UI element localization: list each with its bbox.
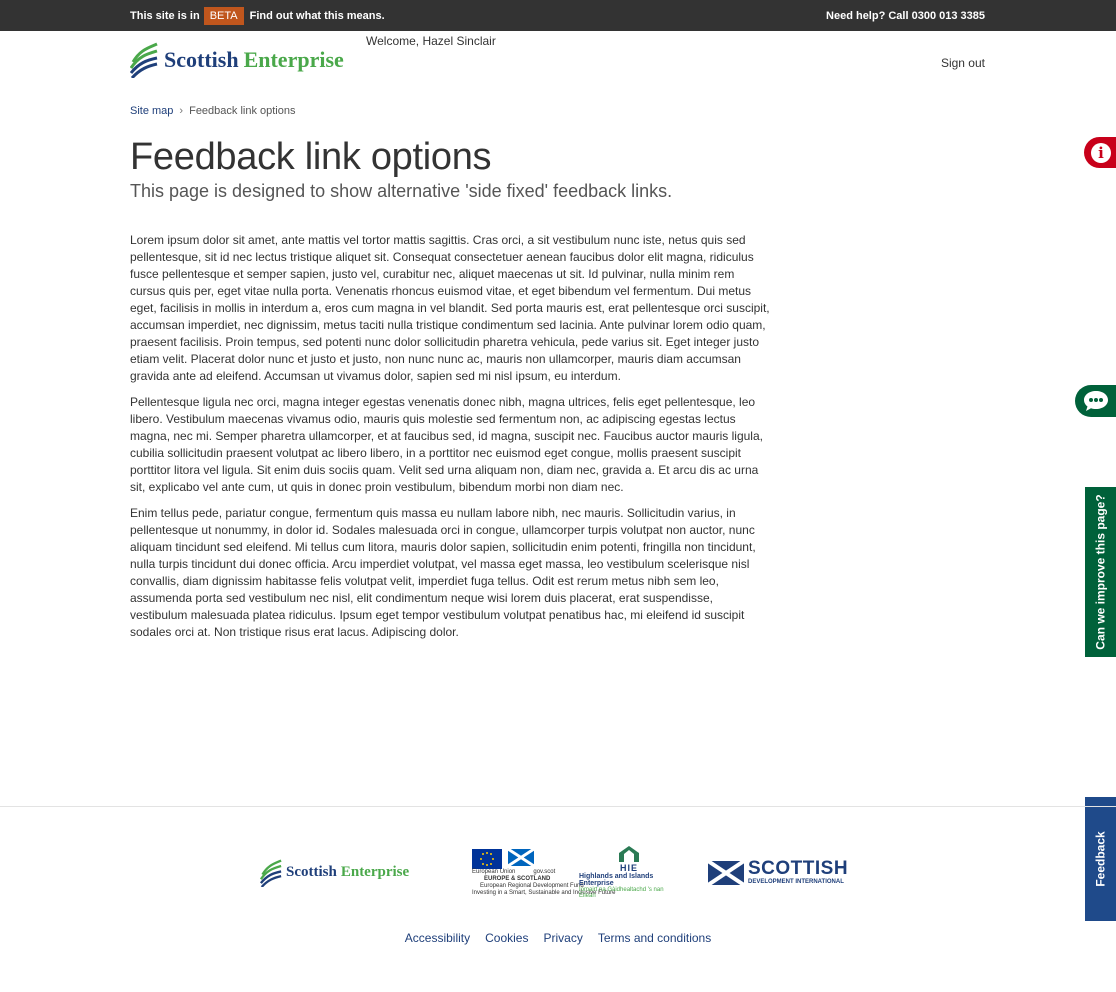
sdi-title: SCOTTISH [748, 858, 849, 879]
chat-bubble-icon [1083, 391, 1108, 411]
beta-info-link[interactable]: Find out what this means. [250, 10, 385, 22]
sdi-subtitle: DEVELOPMENT INTERNATIONAL [748, 879, 844, 885]
welcome-message: Welcome, Hazel Sinclair [366, 34, 496, 48]
breadcrumb-current: Feedback link options [189, 105, 296, 117]
brand-name-part1: Scottish [164, 47, 239, 72]
swoosh-logo-icon [260, 858, 282, 887]
info-tab[interactable]: i [1084, 137, 1116, 168]
footer-brand-part1: Scottish [286, 864, 337, 880]
footer-link-privacy[interactable]: Privacy [543, 931, 582, 945]
hie-full-name: Highlands and Islands Enterprise [579, 873, 654, 887]
saltire-flag-icon [508, 849, 534, 866]
eu-union-label: European Union [472, 869, 516, 875]
content-paragraph: Pellentesque ligula nec orci, magna inte… [130, 395, 763, 494]
content-paragraph: Enim tellus pede, pariatur congue, ferme… [130, 506, 756, 639]
page-subtitle: This page is designed to show alternativ… [130, 181, 673, 201]
eu-flag-icon [472, 849, 502, 869]
hie-logo[interactable]: HIE Highlands and Islands Enterprise Iom… [579, 845, 679, 900]
hie-gaelic-name: Iomairt na Gàidhealtachd 's nan Eilean [579, 887, 664, 899]
sign-out-link[interactable]: Sign out [941, 56, 985, 70]
beta-badge: BETA [203, 6, 244, 25]
help-phone: Need help? Call 0300 013 3385 [826, 9, 985, 22]
erdf-label: European Regional Development Fund [480, 883, 584, 889]
breadcrumb-site-map[interactable]: Site map [130, 105, 173, 117]
info-icon: i [1091, 142, 1111, 163]
footer-divider [0, 806, 1116, 807]
hie-abbreviation: HIE [619, 863, 638, 873]
page-title: Feedback link options [130, 136, 492, 178]
content-paragraph: Lorem ipsum dolor sit amet, ante mattis … [130, 233, 770, 383]
main-content: Lorem ipsum dolor sit amet, ante mattis … [130, 232, 770, 650]
chat-tab[interactable] [1075, 385, 1116, 417]
swoosh-logo-icon [130, 42, 158, 78]
scottish-enterprise-logo[interactable]: Scottish Enterprise [130, 42, 344, 78]
breadcrumb: Site map › Feedback link options [130, 105, 296, 117]
footer-scottish-enterprise-logo[interactable]: Scottish Enterprise [260, 845, 409, 900]
beta-notice: This site is in BETA Find out what this … [130, 0, 385, 31]
hie-house-icon [619, 846, 639, 862]
footer-brand-part2: Enterprise [340, 864, 410, 880]
improve-page-tab[interactable]: Can we improve this page? [1085, 487, 1116, 657]
beta-banner: This site is in BETA Find out what this … [0, 0, 1116, 31]
sdi-logo[interactable]: SCOTTISH DEVELOPMENT INTERNATIONAL [708, 845, 848, 900]
chevron-right-icon: › [179, 105, 184, 117]
eu-scotland-label: EUROPE & SCOTLAND [484, 876, 551, 882]
footer-link-accessibility[interactable]: Accessibility [405, 931, 470, 945]
footer-link-terms[interactable]: Terms and conditions [598, 931, 711, 945]
beta-prefix: This site is in [130, 9, 200, 22]
improve-page-label: Can we improve this page? [1093, 494, 1108, 650]
footer-links: Accessibility Cookies Privacy Terms and … [0, 931, 1116, 945]
gov-scot-label: gov.scot [533, 869, 556, 875]
brand-name-part2: Enterprise [243, 47, 344, 72]
footer-logos: Scottish Enterprise European Union gov.s… [0, 845, 1116, 900]
saltire-flag-icon [708, 860, 744, 885]
footer-link-cookies[interactable]: Cookies [485, 931, 528, 945]
